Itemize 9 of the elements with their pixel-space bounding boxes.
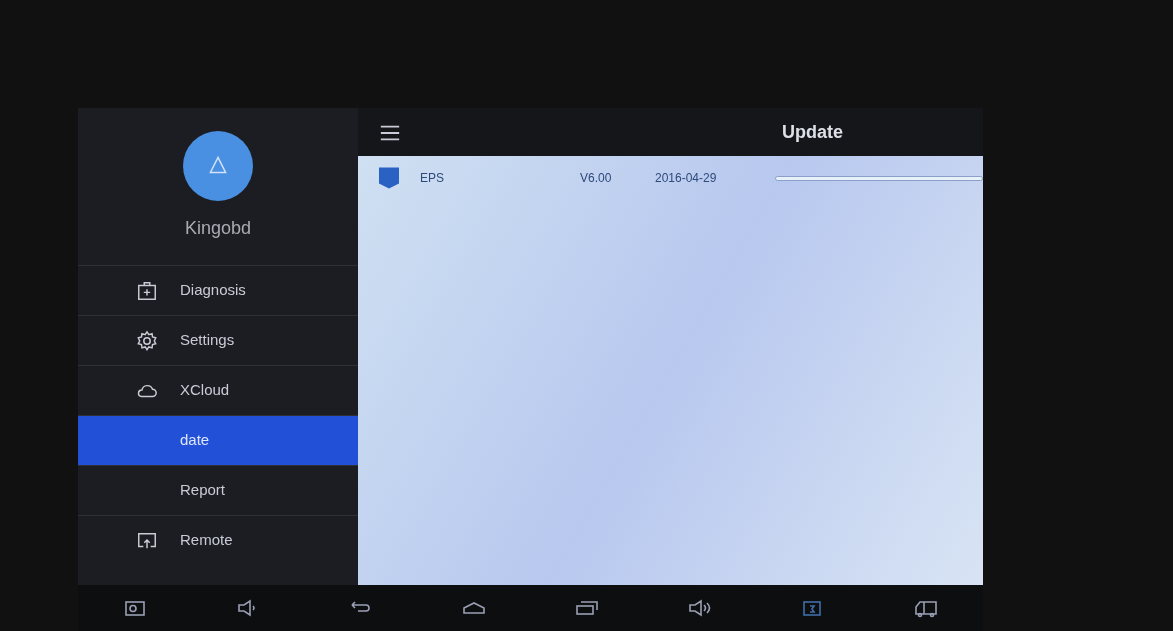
first-aid-kit-icon xyxy=(136,279,158,302)
package-version: V6.00 xyxy=(580,170,613,187)
package-date: 2016-04-29 xyxy=(655,170,718,187)
shield-icon xyxy=(378,166,400,190)
sidebar-item[interactable]: date xyxy=(78,415,358,465)
profile-name: Kingobd xyxy=(184,217,252,240)
settings-icon xyxy=(136,329,158,352)
page-title: Update xyxy=(782,120,843,144)
package-name: EPS xyxy=(420,170,445,187)
